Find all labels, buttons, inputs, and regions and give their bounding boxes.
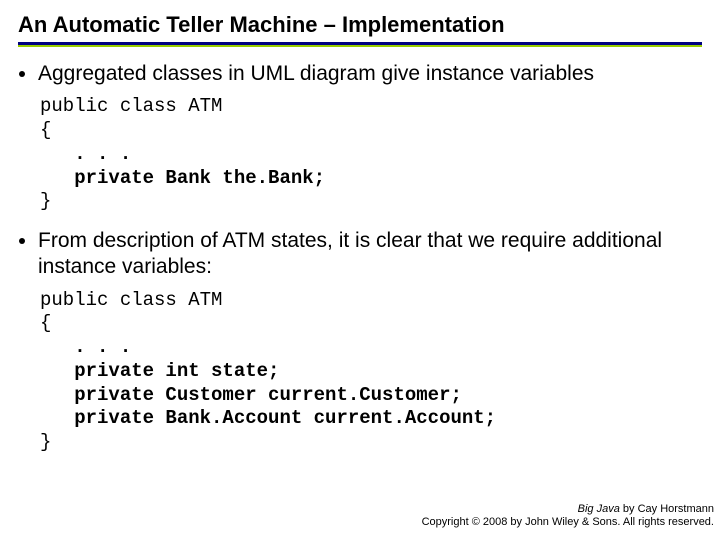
code-line: } xyxy=(40,431,51,453)
code-block-1: public class ATM { . . . private Bank th… xyxy=(40,95,702,214)
footer-line-1: Big Java by Cay Horstmann xyxy=(422,503,714,517)
bullet-item-2: From description of ATM states, it is cl… xyxy=(38,228,702,281)
footer-line-2: Copyright © 2008 by John Wiley & Sons. A… xyxy=(422,516,714,530)
code-block-2: public class ATM { . . . private int sta… xyxy=(40,289,702,455)
code-line: public class ATM xyxy=(40,95,222,117)
author-text: by Cay Horstmann xyxy=(620,503,714,515)
code-line: private Bank.Account current.Account; xyxy=(40,407,496,429)
code-line: public class ATM xyxy=(40,289,222,311)
code-line: { xyxy=(40,312,51,334)
title-underline xyxy=(18,42,702,47)
bullet-list: Aggregated classes in UML diagram give i… xyxy=(18,61,702,87)
code-line: . . . xyxy=(40,336,131,358)
code-line: private Bank the.Bank; xyxy=(40,167,325,189)
code-line: private int state; xyxy=(40,360,279,382)
slide-title: An Automatic Teller Machine – Implementa… xyxy=(18,12,702,38)
slide-content: An Automatic Teller Machine – Implementa… xyxy=(0,0,720,455)
book-title: Big Java xyxy=(578,503,620,515)
code-line: . . . xyxy=(40,143,131,165)
code-line: private Customer current.Customer; xyxy=(40,384,462,406)
code-line: } xyxy=(40,190,51,212)
bullet-list: From description of ATM states, it is cl… xyxy=(18,228,702,281)
bullet-item-1: Aggregated classes in UML diagram give i… xyxy=(38,61,702,87)
slide-footer: Big Java by Cay Horstmann Copyright © 20… xyxy=(422,503,714,531)
code-line: { xyxy=(40,119,51,141)
